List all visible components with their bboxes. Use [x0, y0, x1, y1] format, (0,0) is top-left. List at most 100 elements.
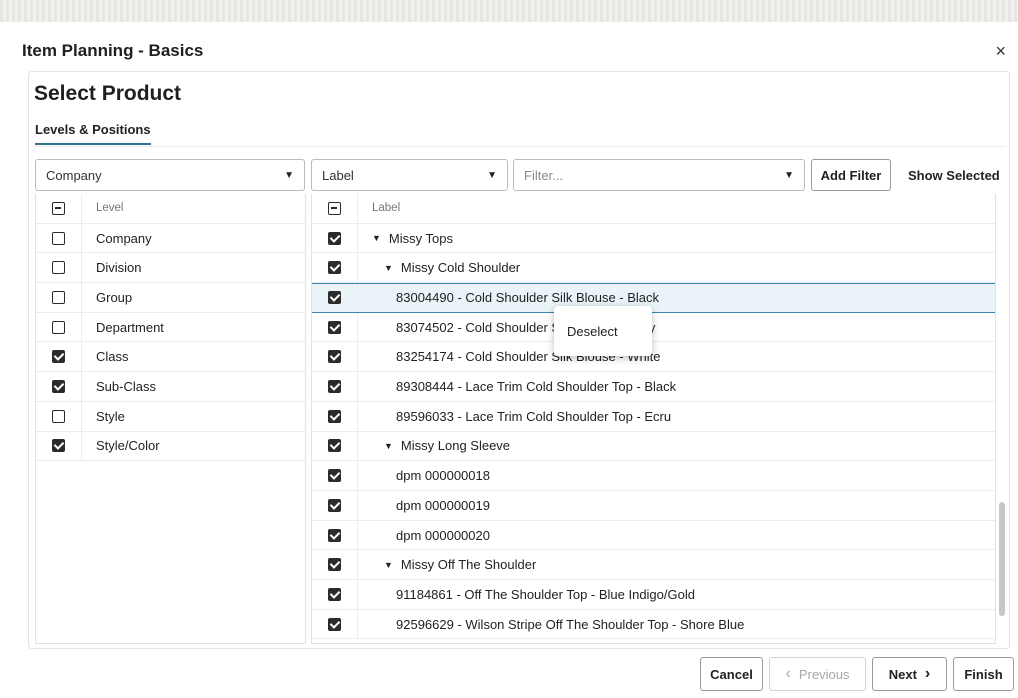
- position-row[interactable]: dpm 000000019: [312, 491, 995, 521]
- level-row[interactable]: Division: [36, 253, 305, 284]
- chevron-left-icon: ‹: [785, 665, 791, 682]
- show-selected-button[interactable]: Show Selected: [908, 168, 1000, 183]
- label-select[interactable]: Label ▼: [311, 159, 508, 191]
- level-checkbox[interactable]: [52, 261, 65, 275]
- position-row[interactable]: ▼ Missy Cold Shoulder: [312, 253, 995, 284]
- positions-header: Label: [312, 194, 995, 224]
- chevron-right-icon: ›: [924, 665, 931, 682]
- level-label: Style/Color: [96, 438, 160, 454]
- position-checkbox[interactable]: [328, 350, 341, 364]
- position-label: dpm 000000018: [396, 468, 490, 484]
- level-select[interactable]: Company ▼: [35, 159, 305, 191]
- level-label: Division: [96, 260, 142, 276]
- position-checkbox[interactable]: [328, 291, 341, 305]
- position-checkbox[interactable]: [328, 528, 341, 542]
- level-label: Group: [96, 289, 133, 305]
- position-checkbox[interactable]: [328, 498, 341, 512]
- expand-triangle-icon[interactable]: ▼: [384, 560, 393, 570]
- position-label: Missy Long Sleeve: [400, 438, 511, 454]
- position-checkbox[interactable]: [328, 587, 341, 601]
- level-label: Class: [96, 349, 129, 365]
- tab-levels-positions[interactable]: Levels & Positions: [35, 122, 151, 145]
- position-row[interactable]: 83254174 - Cold Shoulder Silk Blouse - W…: [312, 342, 995, 373]
- position-row[interactable]: 89308444 - Lace Trim Cold Shoulder Top -…: [312, 372, 995, 402]
- level-checkbox[interactable]: [52, 350, 65, 364]
- level-row[interactable]: Department: [36, 312, 305, 343]
- scrollbar-thumb[interactable]: [999, 502, 1005, 616]
- level-row[interactable]: Sub-Class: [36, 372, 305, 402]
- position-label: 91184861 - Off The Shoulder Top - Blue I…: [396, 586, 695, 602]
- position-checkbox[interactable]: [328, 231, 341, 245]
- levels-header: Level: [36, 194, 305, 224]
- add-filter-button[interactable]: Add Filter: [811, 159, 891, 191]
- position-row[interactable]: dpm 000000020: [312, 520, 995, 551]
- level-row[interactable]: Style/Color: [36, 431, 305, 462]
- position-row[interactable]: 89596033 - Lace Trim Cold Shoulder Top -…: [312, 401, 995, 432]
- position-checkbox[interactable]: [328, 558, 341, 572]
- chevron-down-icon: ▼: [284, 169, 294, 181]
- context-menu: Deselect: [554, 306, 652, 356]
- position-label: 92596629 - Wilson Stripe Off The Shoulde…: [396, 616, 745, 632]
- expand-triangle-icon[interactable]: ▼: [384, 441, 393, 451]
- level-select-value: Company: [46, 167, 102, 183]
- level-label: Sub-Class: [96, 379, 156, 395]
- position-checkbox[interactable]: [328, 261, 341, 275]
- label-select-value: Label: [322, 167, 354, 183]
- chevron-down-icon: ▼: [487, 169, 497, 181]
- position-row[interactable]: 91184861 - Off The Shoulder Top - Blue I…: [312, 580, 995, 610]
- level-row[interactable]: Group: [36, 283, 305, 313]
- position-row[interactable]: ▼ Missy Long Sleeve: [312, 431, 995, 462]
- filter-input[interactable]: Filter... ▼: [513, 159, 805, 191]
- position-row[interactable]: 83074502 - Cold Shoulder Silk Blouse - I…: [312, 312, 995, 343]
- position-label: 83004490 - Cold Shoulder Silk Blouse - B…: [396, 290, 660, 306]
- expand-triangle-icon[interactable]: ▼: [384, 263, 393, 273]
- position-label: Missy Off The Shoulder: [400, 557, 537, 573]
- context-menu-deselect[interactable]: Deselect: [567, 324, 618, 339]
- position-label: dpm 000000019: [396, 497, 490, 513]
- level-label: Company: [96, 230, 152, 246]
- position-row[interactable]: dpm 000000018: [312, 461, 995, 491]
- level-row[interactable]: Style: [36, 401, 305, 432]
- level-row[interactable]: Company: [36, 223, 305, 254]
- level-checkbox[interactable]: [52, 409, 65, 423]
- position-checkbox[interactable]: [328, 617, 341, 631]
- next-button[interactable]: Next ›: [872, 657, 947, 691]
- chevron-down-icon: ▼: [784, 169, 794, 181]
- position-row[interactable]: ▼ Missy Off The Shoulder: [312, 550, 995, 581]
- position-checkbox[interactable]: [328, 320, 341, 334]
- page-title: Select Product: [34, 82, 182, 105]
- position-row[interactable]: ▼ Missy Tops: [312, 223, 995, 254]
- cancel-label: Cancel: [710, 666, 753, 682]
- filter-placeholder: Filter...: [524, 167, 564, 183]
- position-checkbox[interactable]: [328, 409, 341, 423]
- position-row[interactable]: 83004490 - Cold Shoulder Silk Blouse - B…: [312, 283, 995, 313]
- top-strip: [0, 0, 1018, 22]
- positions-header-label: Label: [372, 202, 401, 215]
- level-checkbox[interactable]: [52, 290, 65, 304]
- cancel-button[interactable]: Cancel: [700, 657, 763, 691]
- tab-divider: [34, 146, 1006, 147]
- position-label: 89596033 - Lace Trim Cold Shoulder Top -…: [396, 408, 672, 424]
- level-row[interactable]: Class: [36, 342, 305, 373]
- select-all-levels-checkbox[interactable]: [52, 201, 65, 215]
- expand-triangle-icon[interactable]: ▼: [372, 233, 381, 243]
- position-checkbox[interactable]: [328, 439, 341, 453]
- level-checkbox[interactable]: [52, 231, 65, 245]
- level-checkbox[interactable]: [52, 320, 65, 334]
- previous-button[interactable]: ‹ Previous: [769, 657, 866, 691]
- level-label: Department: [96, 319, 164, 335]
- level-checkbox[interactable]: [52, 439, 65, 453]
- close-icon[interactable]: ×: [995, 41, 1006, 62]
- finish-button[interactable]: Finish: [953, 657, 1014, 691]
- finish-label: Finish: [964, 666, 1003, 682]
- position-row[interactable]: 92596629 - Wilson Stripe Off The Shoulde…: [312, 609, 995, 640]
- select-all-positions-checkbox[interactable]: [328, 201, 341, 215]
- position-label: Missy Cold Shoulder: [400, 260, 521, 276]
- next-label: Next: [888, 666, 917, 682]
- position-checkbox[interactable]: [328, 469, 341, 483]
- level-checkbox[interactable]: [52, 380, 65, 394]
- position-label: Missy Tops: [388, 230, 453, 246]
- position-checkbox[interactable]: [328, 380, 341, 394]
- levels-header-label: Level: [96, 202, 124, 215]
- previous-label: Previous: [798, 666, 850, 682]
